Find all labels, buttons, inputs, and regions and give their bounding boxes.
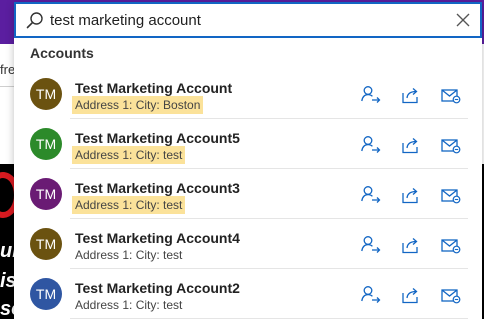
result-row[interactable]: TM Test Marketing Account5 Address 1: Ci… <box>14 119 482 169</box>
result-row[interactable]: TM Test Marketing Account3 Address 1: Ci… <box>14 169 482 219</box>
result-address: Address 1: City: test <box>75 248 183 262</box>
avatar: TM <box>30 78 62 110</box>
email-link-icon[interactable] <box>440 84 462 106</box>
row-actions <box>360 234 462 256</box>
avatar: TM <box>30 228 62 260</box>
result-name[interactable]: Test Marketing Account <box>75 80 232 96</box>
share-icon[interactable] <box>400 134 422 156</box>
search-box[interactable] <box>14 2 482 38</box>
result-list: TM Test Marketing Account Address 1: Cit… <box>14 69 482 319</box>
result-address: Address 1: City: Boston <box>72 96 204 114</box>
email-link-icon[interactable] <box>440 284 462 306</box>
email-link-icon[interactable] <box>440 134 462 156</box>
share-icon[interactable] <box>400 234 422 256</box>
result-row[interactable]: TM Test Marketing Account2 Address 1: Ci… <box>14 269 482 319</box>
assign-user-icon[interactable] <box>360 284 382 306</box>
share-icon[interactable] <box>400 84 422 106</box>
row-actions <box>360 84 462 106</box>
result-row[interactable]: TM Test Marketing Account Address 1: Cit… <box>14 69 482 119</box>
result-name[interactable]: Test Marketing Account2 <box>75 280 240 296</box>
share-icon[interactable] <box>400 184 422 206</box>
assign-user-icon[interactable] <box>360 84 382 106</box>
result-name[interactable]: Test Marketing Account4 <box>75 230 240 246</box>
search-suggestions-panel: Accounts TM Test Marketing Account Addre… <box>14 2 482 319</box>
share-icon[interactable] <box>400 284 422 306</box>
row-actions <box>360 284 462 306</box>
result-name[interactable]: Test Marketing Account3 <box>75 180 240 196</box>
result-row[interactable]: TM Test Marketing Account4 Address 1: Ci… <box>14 219 482 269</box>
email-link-icon[interactable] <box>440 234 462 256</box>
avatar: TM <box>30 178 62 210</box>
result-address: Address 1: City: test <box>75 298 183 312</box>
section-title: Accounts <box>30 45 94 61</box>
search-input[interactable] <box>50 7 450 33</box>
result-name[interactable]: Test Marketing Account5 <box>75 130 240 146</box>
result-address: Address 1: City: test <box>72 146 186 164</box>
close-icon[interactable] <box>456 13 470 27</box>
assign-user-icon[interactable] <box>360 184 382 206</box>
avatar: TM <box>30 128 62 160</box>
row-actions <box>360 134 462 156</box>
email-link-icon[interactable] <box>440 184 462 206</box>
row-actions <box>360 184 462 206</box>
avatar: TM <box>30 278 62 310</box>
assign-user-icon[interactable] <box>360 134 382 156</box>
result-address: Address 1: City: test <box>72 196 186 214</box>
assign-user-icon[interactable] <box>360 234 382 256</box>
search-icon <box>26 12 43 29</box>
